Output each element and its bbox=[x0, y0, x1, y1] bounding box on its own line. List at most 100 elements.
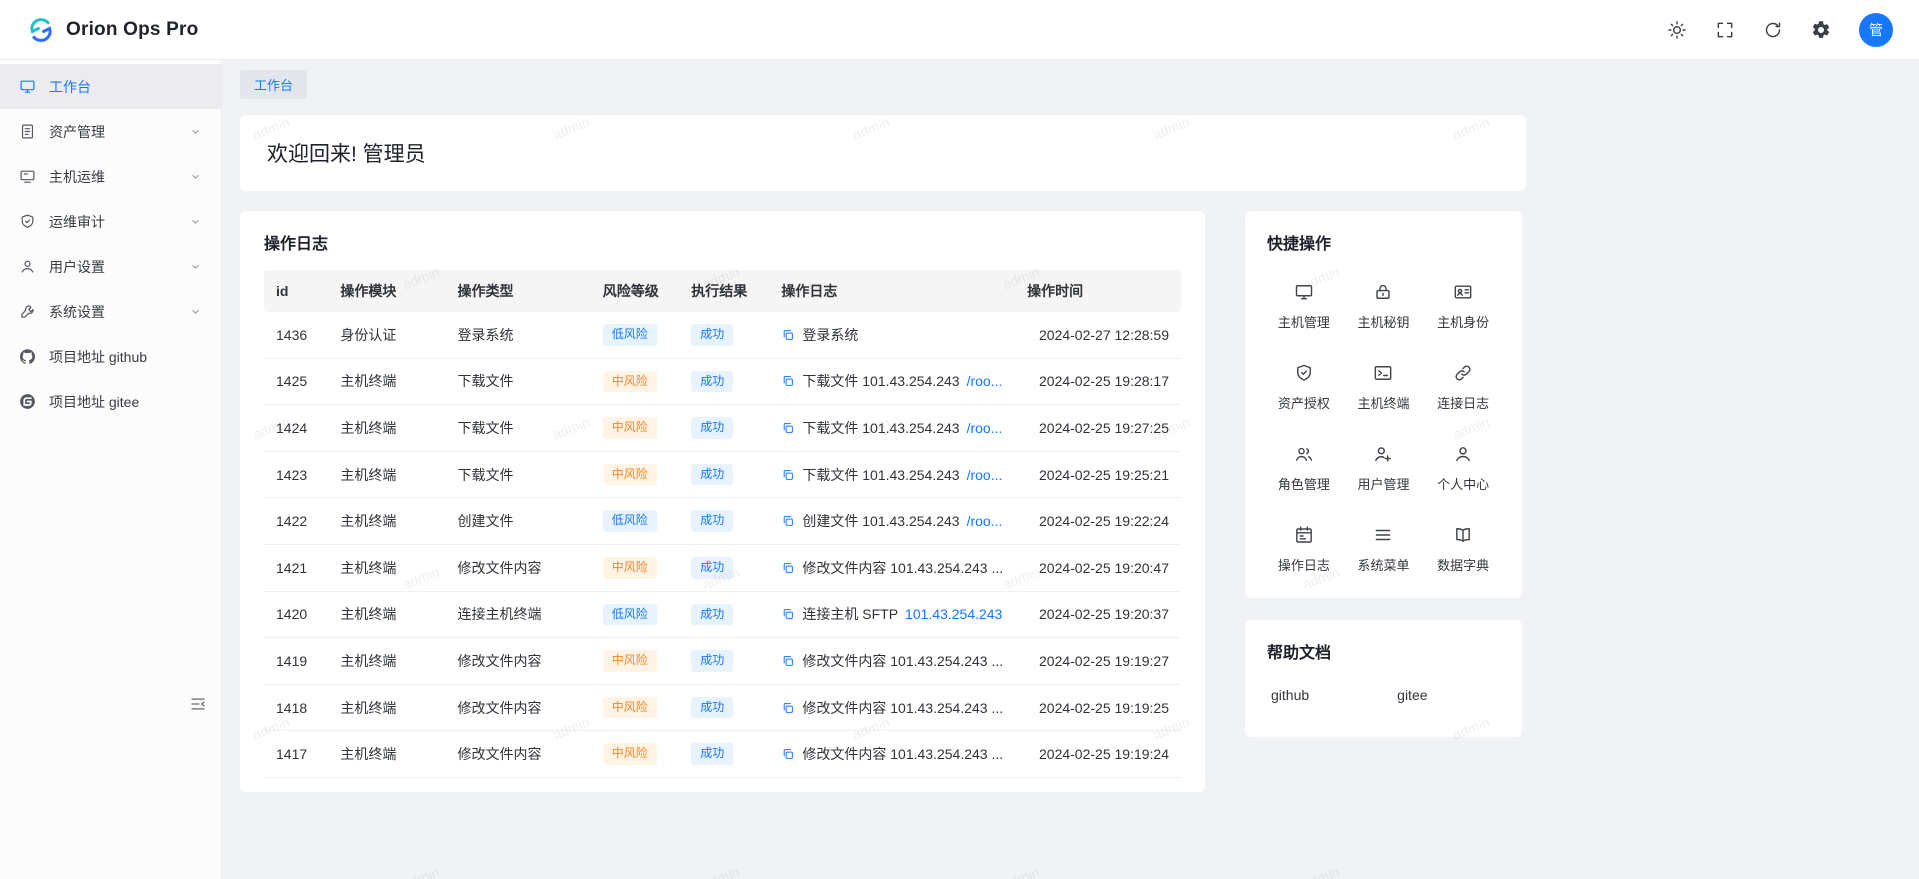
settings-icon[interactable] bbox=[1811, 20, 1831, 40]
cell-result: 成功 bbox=[679, 544, 769, 591]
quick-action-user-manage[interactable]: 用户管理 bbox=[1347, 444, 1421, 493]
quick-action-host-manage[interactable]: 主机管理 bbox=[1267, 282, 1341, 331]
quick-action-label: 系统菜单 bbox=[1357, 555, 1409, 574]
quick-action-label: 操作日志 bbox=[1278, 555, 1330, 574]
copy-icon[interactable] bbox=[781, 328, 795, 342]
tab-workbench[interactable]: 工作台 bbox=[240, 70, 307, 99]
cell-risk: 中风险 bbox=[591, 405, 679, 452]
cell-module: 主机终端 bbox=[328, 451, 445, 498]
cell-time: 2024-02-25 19:19:24 bbox=[1015, 731, 1181, 778]
quick-action-data-dict[interactable]: 数据字典 bbox=[1426, 525, 1500, 574]
calendar-icon bbox=[1294, 525, 1314, 545]
chevron-down-icon bbox=[189, 215, 202, 228]
quick-action-personal-center[interactable]: 个人中心 bbox=[1426, 444, 1500, 493]
app-header: Orion Ops Pro 管 bbox=[0, 0, 1919, 60]
operation-log-table: id操作模块操作类型风险等级执行结果操作日志操作时间 1436身份认证登录系统低… bbox=[264, 270, 1181, 778]
user-add-icon bbox=[1373, 444, 1393, 464]
menu-fold-icon[interactable] bbox=[189, 695, 207, 713]
chevron-down-icon bbox=[189, 170, 202, 183]
header-actions: 管 bbox=[1667, 13, 1893, 47]
result-badge: 成功 bbox=[691, 417, 733, 439]
copy-icon[interactable] bbox=[781, 514, 795, 528]
result-badge: 成功 bbox=[691, 650, 733, 672]
result-badge: 成功 bbox=[691, 324, 733, 346]
quick-action-label: 主机身份 bbox=[1437, 312, 1489, 331]
cell-result: 成功 bbox=[679, 731, 769, 778]
copy-icon[interactable] bbox=[781, 468, 795, 482]
cell-type: 创建文件 bbox=[446, 498, 591, 545]
quick-action-host-identity[interactable]: 主机身份 bbox=[1426, 282, 1500, 331]
sidebar-item-system-settings[interactable]: 系统设置 bbox=[0, 289, 221, 334]
sidebar-item-github[interactable]: 项目地址 github bbox=[0, 334, 221, 379]
log-text: 修改文件内容 101.43.254.243 ... bbox=[802, 651, 1003, 671]
log-link[interactable]: /roo... bbox=[967, 467, 1003, 483]
cell-risk: 中风险 bbox=[591, 638, 679, 685]
help-link-gitee[interactable]: gitee bbox=[1397, 687, 1427, 703]
table-row: 1420主机终端连接主机终端低风险成功连接主机 SFTP 101.43.254.… bbox=[264, 591, 1181, 638]
help-link-github[interactable]: github bbox=[1271, 687, 1309, 703]
sidebar-item-label: 运维审计 bbox=[49, 212, 105, 232]
cell-result: 成功 bbox=[679, 358, 769, 405]
quick-action-operation-log[interactable]: 操作日志 bbox=[1267, 525, 1341, 574]
sidebar-item-label: 项目地址 github bbox=[49, 347, 147, 367]
risk-badge: 中风险 bbox=[603, 371, 657, 393]
sidebar-item-asset-manage[interactable]: 资产管理 bbox=[0, 109, 221, 154]
quick-action-host-key[interactable]: 主机秘钥 bbox=[1347, 282, 1421, 331]
cell-module: 主机终端 bbox=[328, 544, 445, 591]
lock-icon bbox=[1373, 282, 1393, 302]
quick-action-system-menu[interactable]: 系统菜单 bbox=[1347, 525, 1421, 574]
theme-icon[interactable] bbox=[1667, 20, 1687, 40]
copy-icon[interactable] bbox=[781, 421, 795, 435]
copy-icon[interactable] bbox=[781, 374, 795, 388]
refresh-icon[interactable] bbox=[1763, 20, 1783, 40]
sidebar-item-ops-audit[interactable]: 运维审计 bbox=[0, 199, 221, 244]
avatar[interactable]: 管 bbox=[1859, 13, 1893, 47]
terminal-icon bbox=[1373, 363, 1393, 383]
copy-icon[interactable] bbox=[781, 701, 795, 715]
cell-log: 登录系统 bbox=[769, 312, 1015, 358]
quick-action-role-manage[interactable]: 角色管理 bbox=[1267, 444, 1341, 493]
welcome-title: 欢迎回来! 管理员 bbox=[267, 138, 1499, 168]
welcome-card: 欢迎回来! 管理员 bbox=[240, 115, 1526, 191]
github-icon bbox=[19, 348, 36, 365]
cell-module: 身份认证 bbox=[328, 312, 445, 358]
cell-id: 1436 bbox=[264, 312, 328, 358]
quick-action-connect-log[interactable]: 连接日志 bbox=[1426, 363, 1500, 412]
quick-action-host-terminal[interactable]: 主机终端 bbox=[1347, 363, 1421, 412]
fullscreen-icon[interactable] bbox=[1715, 20, 1735, 40]
sidebar-item-user-settings[interactable]: 用户设置 bbox=[0, 244, 221, 289]
cell-risk: 中风险 bbox=[591, 684, 679, 731]
copy-icon[interactable] bbox=[781, 607, 795, 621]
cell-time: 2024-02-25 19:19:25 bbox=[1015, 684, 1181, 731]
table-row: 1418主机终端修改文件内容中风险成功修改文件内容 101.43.254.243… bbox=[264, 684, 1181, 731]
cell-time: 2024-02-27 12:28:59 bbox=[1015, 312, 1181, 358]
cell-log: 连接主机 SFTP 101.43.254.243 bbox=[769, 591, 1015, 638]
quick-action-asset-auth[interactable]: 资产授权 bbox=[1267, 363, 1341, 412]
cell-result: 成功 bbox=[679, 684, 769, 731]
desktop-icon bbox=[1294, 282, 1314, 302]
help-title: 帮助文档 bbox=[1267, 639, 1500, 663]
log-text: 登录系统 bbox=[802, 325, 858, 345]
result-badge: 成功 bbox=[691, 510, 733, 532]
log-link[interactable]: /roo... bbox=[967, 420, 1003, 436]
app-title: Orion Ops Pro bbox=[66, 19, 198, 41]
idcard-icon bbox=[1453, 282, 1473, 302]
cell-type: 修改文件内容 bbox=[446, 731, 591, 778]
log-link[interactable]: /roo... bbox=[967, 513, 1003, 529]
copy-icon[interactable] bbox=[781, 747, 795, 761]
log-link[interactable]: 101.43.254.243 bbox=[905, 606, 1002, 622]
help-panel: 帮助文档 github gitee bbox=[1245, 620, 1522, 737]
sidebar-menu: 工作台资产管理主机运维运维审计用户设置系统设置项目地址 github 项目地址 g… bbox=[0, 64, 221, 424]
cell-id: 1424 bbox=[264, 405, 328, 452]
copy-icon[interactable] bbox=[781, 561, 795, 575]
log-link[interactable]: /roo... bbox=[967, 373, 1003, 389]
quick-actions-grid: 主机管理主机秘钥主机身份资产授权主机终端连接日志角色管理用户管理个人中心操作日志… bbox=[1267, 270, 1500, 574]
cell-result: 成功 bbox=[679, 498, 769, 545]
copy-icon[interactable] bbox=[781, 654, 795, 668]
sidebar-item-host-ops[interactable]: 主机运维 bbox=[0, 154, 221, 199]
operation-log-title: 操作日志 bbox=[264, 230, 1181, 254]
cell-risk: 低风险 bbox=[591, 591, 679, 638]
sidebar-item-gitee[interactable]: 项目地址 gitee bbox=[0, 379, 221, 424]
sidebar-item-label: 主机运维 bbox=[49, 167, 105, 187]
sidebar-item-workbench[interactable]: 工作台 bbox=[0, 64, 221, 109]
